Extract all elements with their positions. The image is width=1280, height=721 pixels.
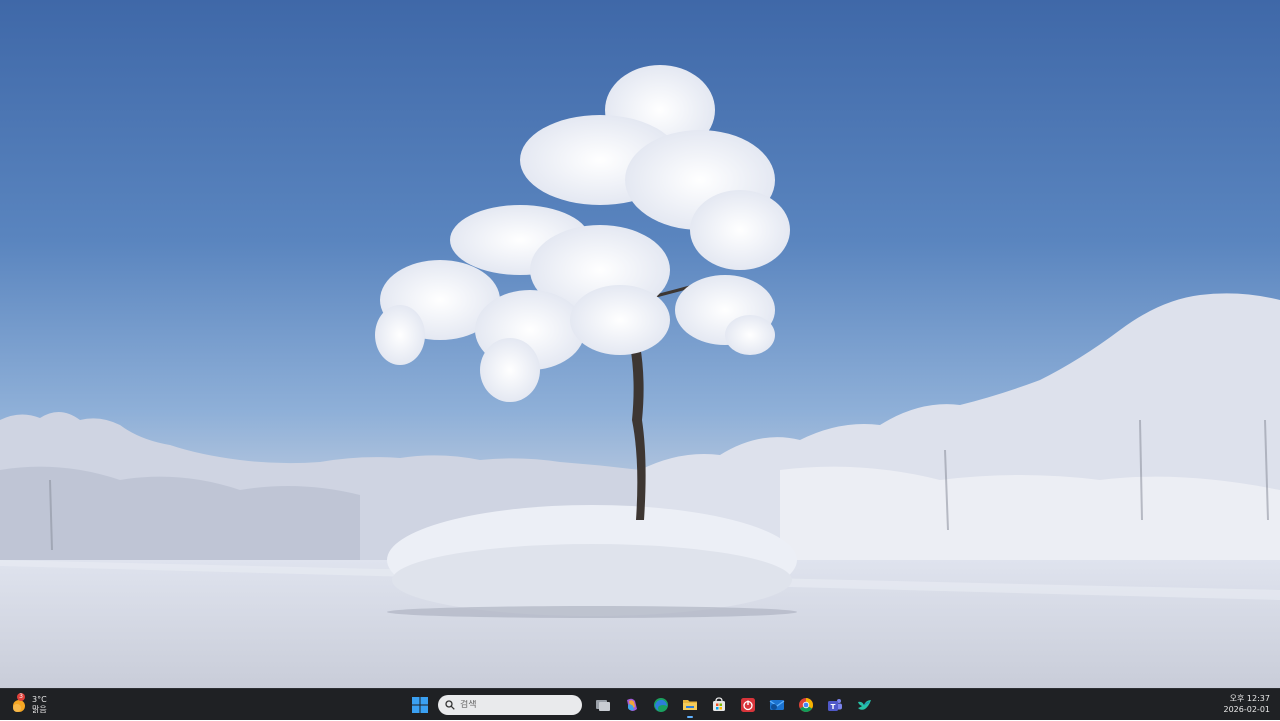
desktop-wallpaper[interactable] bbox=[0, 0, 1280, 688]
weather-widget[interactable]: 3 3°C 맑음 bbox=[10, 693, 47, 717]
taskbar-apps: T bbox=[405, 689, 878, 721]
edge-button[interactable] bbox=[647, 691, 675, 719]
copilot-icon bbox=[626, 698, 637, 711]
chrome-icon bbox=[798, 698, 813, 712]
teams-icon: T bbox=[827, 699, 842, 711]
search-icon bbox=[445, 700, 455, 710]
sun-weather-icon: 3 bbox=[10, 693, 28, 714]
red-app-button[interactable] bbox=[734, 691, 762, 719]
folder-icon bbox=[682, 700, 697, 710]
store-icon bbox=[712, 697, 725, 711]
svg-text:T: T bbox=[830, 703, 835, 711]
task-view-button[interactable] bbox=[589, 691, 617, 719]
tree-canopy bbox=[375, 65, 790, 402]
bird-icon bbox=[857, 700, 871, 710]
weather-condition: 맑음 bbox=[32, 705, 47, 714]
system-clock[interactable]: 오후 12:37 2026-02-01 bbox=[1224, 693, 1271, 715]
mail-icon bbox=[769, 700, 784, 710]
copilot-button[interactable] bbox=[618, 691, 646, 719]
task-view-icon bbox=[595, 700, 610, 711]
clock-time: 오후 12:37 bbox=[1229, 694, 1270, 703]
windows-logo-icon bbox=[411, 697, 428, 713]
weather-temperature: 3°C bbox=[32, 695, 47, 704]
search-input[interactable] bbox=[460, 700, 570, 710]
power-app-icon bbox=[740, 698, 755, 712]
outlook-button[interactable] bbox=[763, 691, 791, 719]
bird-app-button[interactable] bbox=[850, 691, 878, 719]
file-explorer-button[interactable] bbox=[676, 691, 704, 719]
search-bar[interactable] bbox=[438, 695, 582, 715]
wallpaper-frosted-tree-scene bbox=[0, 65, 1280, 688]
start-button[interactable] bbox=[406, 691, 434, 719]
store-button[interactable] bbox=[705, 691, 733, 719]
chrome-button[interactable] bbox=[792, 691, 820, 719]
taskbar: 3 3°C 맑음 검색 T 오후 12:37 2026-02-01 bbox=[0, 688, 1280, 720]
weather-badge: 3 bbox=[17, 693, 25, 701]
teams-button[interactable]: T bbox=[821, 691, 849, 719]
edge-icon bbox=[653, 698, 668, 712]
clock-date: 2026-02-01 bbox=[1223, 705, 1271, 714]
